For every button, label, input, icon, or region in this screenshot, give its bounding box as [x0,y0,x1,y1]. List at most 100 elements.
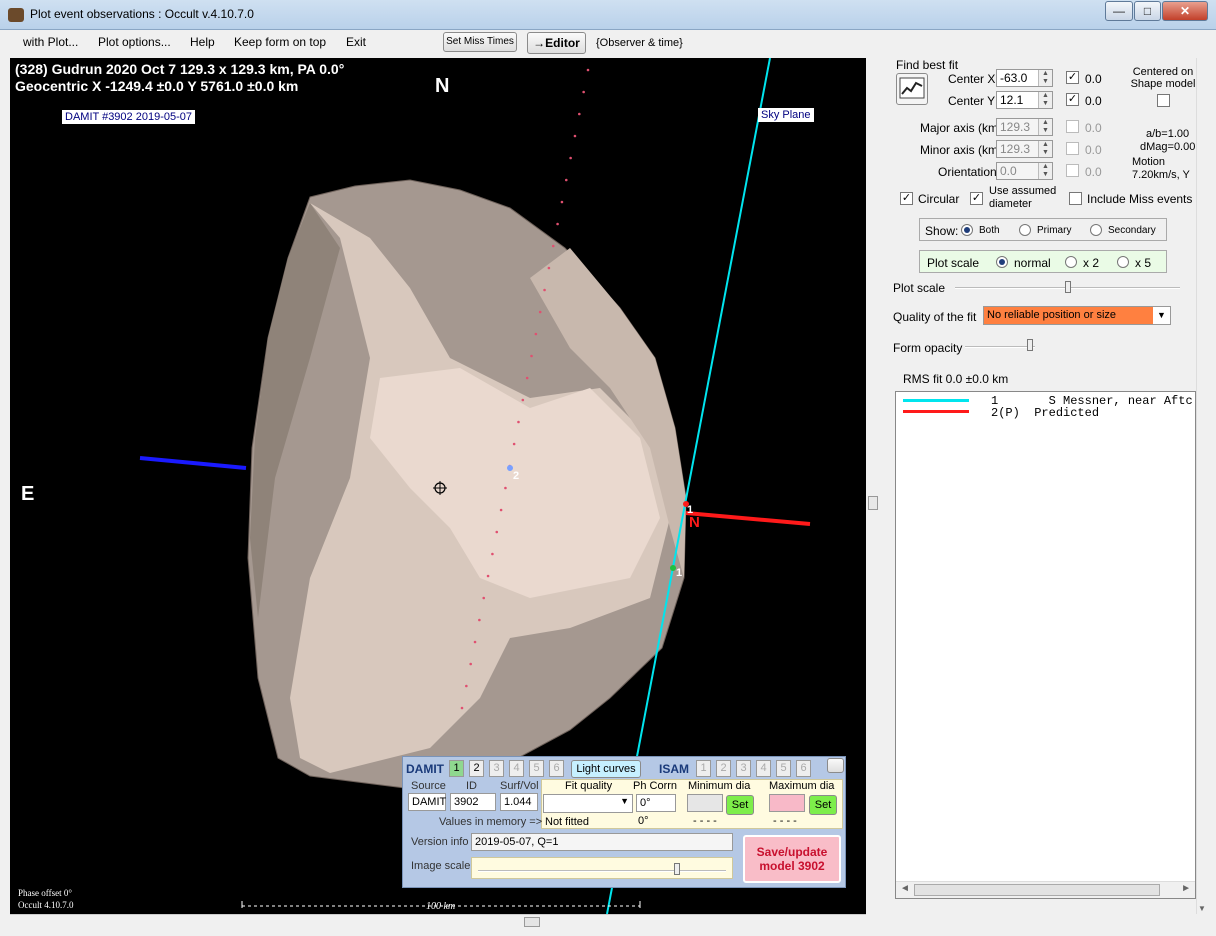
save-update-model-button[interactable]: Save/update model 3902 [743,835,841,883]
maximize-button[interactable]: □ [1134,1,1161,21]
plot-hscrollbar[interactable] [10,914,866,930]
north-label: N [435,75,450,97]
center-y-checkbox[interactable]: ✓ [1066,93,1079,106]
legend-entry-2[interactable]: 2(P) Predicted [991,406,1099,420]
scale-bar-label: 100 km [426,901,456,912]
isam-model-4-button: 4 [756,760,771,777]
image-scale-slider[interactable] [471,857,733,879]
image-scale-thumb[interactable] [674,863,680,875]
spin-arrows-icon[interactable]: ▲ ▼ [1038,70,1052,86]
predicted-path-dot [512,442,516,446]
image-scale-track [478,870,726,872]
scale-normal-radio[interactable] [996,256,1008,268]
scale-x5-radio[interactable] [1117,256,1129,268]
spin-arrows-icon[interactable]: ▲ ▼ [1038,141,1052,157]
minor-axis-checkbox[interactable] [1066,142,1079,155]
set-miss-times-button[interactable]: Set Miss Times [443,32,517,52]
spin-arrows-icon[interactable]: ▲ ▼ [1038,163,1052,179]
fit-quality-select[interactable]: ▼ [543,794,633,813]
use-assumed-diameter-checkbox[interactable]: ✓ [970,192,983,205]
major-axis-checkbox[interactable] [1066,120,1079,133]
title-bar: Plot event observations : Occult v.4.10.… [0,0,1216,30]
motion-value: 7.20km/s, Y [1132,169,1190,181]
major-axis-uncertainty: 0.0 [1085,121,1102,135]
scroll-right-icon[interactable]: ► [1181,883,1191,894]
legend-text-2: Predicted [1034,406,1100,420]
predicted-path-dot [551,244,555,248]
predicted-path-dot [460,706,464,710]
use-assumed-diameter-label: Use assumed diameter [989,185,1057,210]
max-dia-field[interactable] [769,794,805,812]
find-best-fit-button[interactable] [896,73,928,105]
not-fitted-label: Not fitted [545,816,590,828]
predicted-path-dot [586,68,590,72]
center-x-label: Center X [948,72,996,86]
editor-button[interactable]: →Editor [527,32,586,54]
version-info-field: 2019-05-07, Q=1 [471,833,733,851]
splitter-handle[interactable] [868,496,878,510]
show-secondary-label: Secondary [1108,225,1156,236]
ph-corrn-field[interactable]: 0° [636,794,676,812]
scale-x2-label: x 2 [1083,256,1100,270]
center-y-value: 12.1 [1000,93,1024,107]
orientation-checkbox[interactable] [1066,164,1079,177]
fit-quality-header: Fit quality [565,780,613,792]
scroll-left-icon[interactable]: ◄ [900,883,910,894]
version-info-label: Version info [411,836,469,848]
menu-plot-options[interactable]: Plot options... [98,35,171,49]
splitter-bar[interactable] [866,58,880,914]
plot-scale-thumb[interactable] [1065,281,1071,293]
legend-hscroll-thumb[interactable] [914,884,1160,896]
damit-model-1-button[interactable]: 1 [449,760,464,777]
panel-toggle-button[interactable] [827,758,844,773]
predicted-path-dot [491,552,494,556]
center-x-uncertainty: 0.0 [1085,72,1102,86]
minor-axis-spinner[interactable]: 129.3 ▲ ▼ [996,140,1053,158]
plot-hscroll-thumb[interactable] [524,917,540,927]
scale-x2-radio[interactable] [1065,256,1077,268]
light-curves-button[interactable]: Light curves [571,760,641,778]
predicted-path-dot [465,684,468,688]
show-both-radio[interactable] [961,224,973,236]
source-header: Source [411,780,446,792]
menu-exit[interactable]: Exit [346,35,366,49]
menu-help[interactable]: Help [190,35,215,49]
predicted-path-dot [538,310,542,314]
circular-checkbox[interactable]: ✓ [900,192,913,205]
scale-x5-label: x 5 [1135,256,1152,270]
right-vscrollbar[interactable]: ▼ [1196,58,1208,914]
minimize-button[interactable]: — [1105,1,1133,21]
form-opacity-slider[interactable] [965,346,1035,348]
min-dia-field[interactable] [687,794,723,812]
show-primary-radio[interactable] [1019,224,1031,236]
orientation-spinner[interactable]: 0.0 ▲ ▼ [996,162,1053,180]
plot-header-line1: (328) Gudrun 2020 Oct 7 129.3 x 129.3 km… [15,61,345,77]
center-y-spinner[interactable]: 12.1 ▲ ▼ [996,91,1053,109]
isam-title: ISAM [659,762,689,776]
form-opacity-thumb[interactable] [1027,339,1033,351]
center-x-checkbox[interactable]: ✓ [1066,71,1079,84]
observer-legend-list[interactable]: 1 S Messner, near Aftc 2(P) Predicted ◄ … [895,391,1196,899]
menu-with-plot[interactable]: with Plot... [23,35,78,49]
close-button[interactable]: ✕ [1162,1,1208,21]
predicted-path-dot [530,354,533,358]
scroll-down-icon[interactable]: ▼ [1198,904,1206,913]
centered-on-shape-checkbox[interactable] [1157,94,1170,107]
spin-arrows-icon[interactable]: ▲ ▼ [1038,92,1052,108]
center-y-uncertainty: 0.0 [1085,94,1102,108]
spin-arrows-icon[interactable]: ▲ ▼ [1038,119,1052,135]
menu-keep-on-top[interactable]: Keep form on top [234,35,326,49]
shape-model-panel: DAMIT 1 2 3 4 5 6 Light curves ISAM 1 2 … [402,756,846,888]
major-axis-spinner[interactable]: 129.3 ▲ ▼ [996,118,1053,136]
include-miss-events-checkbox[interactable] [1069,192,1082,205]
legend-hscrollbar[interactable]: ◄ ► [896,881,1195,898]
show-secondary-radio[interactable] [1090,224,1102,236]
damit-model-2-button[interactable]: 2 [469,760,484,777]
dropdown-arrow-icon[interactable]: ▼ [1153,307,1170,324]
center-x-spinner[interactable]: -63.0 ▲ ▼ [996,69,1053,87]
predicted-path-dot [560,200,564,204]
quality-of-fit-select[interactable]: No reliable position or size ▼ [983,306,1171,325]
max-dia-set-button[interactable]: Set [809,795,837,815]
legend-line-2 [903,410,969,413]
min-dia-set-button[interactable]: Set [726,795,754,815]
